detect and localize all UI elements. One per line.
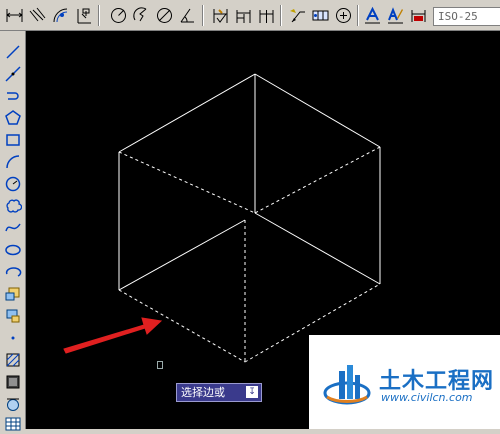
arc-icon[interactable]: [2, 151, 23, 172]
civilcn-logo-icon: [323, 365, 371, 405]
dimension-text-edit-icon[interactable]: [385, 5, 406, 26]
gradient-icon[interactable]: [2, 371, 23, 392]
toolbar-separator: [280, 5, 282, 26]
point-icon[interactable]: [2, 327, 23, 348]
red-arrow-annotation: [63, 317, 163, 354]
quick-leader-icon[interactable]: [287, 5, 308, 26]
command-tooltip-text: 选择边或: [181, 386, 225, 399]
cursor-pickbox-icon: [157, 361, 163, 369]
toolbar-separator: [202, 5, 204, 26]
arc-length-dimension-icon[interactable]: [50, 5, 71, 26]
tolerance-icon[interactable]: [310, 5, 331, 26]
quick-dimension-icon[interactable]: [210, 5, 231, 26]
circle-icon[interactable]: [2, 173, 23, 194]
cube-hidden-edge-bottom-left: [118, 289, 246, 363]
dimension-toolbar: ISO-25: [0, 0, 500, 31]
line-icon[interactable]: [2, 41, 23, 62]
aligned-dimension-icon[interactable]: [27, 5, 48, 26]
cube-edge-inner-left: [118, 219, 246, 291]
dimension-style-select[interactable]: ISO-25: [433, 7, 500, 26]
spline-icon[interactable]: [2, 217, 23, 238]
cube-edge-top-right: [254, 73, 381, 148]
ellipse-icon[interactable]: [2, 239, 23, 260]
ellipse-arc-icon[interactable]: [2, 261, 23, 282]
watermark: 土木工程网 www.civilcn.com: [309, 335, 500, 429]
jogged-dimension-icon[interactable]: [131, 5, 152, 26]
cube-edge-top-left: [118, 73, 256, 153]
linear-dimension-icon[interactable]: [4, 5, 25, 26]
polyline-icon[interactable]: [2, 85, 23, 106]
continue-dimension-icon[interactable]: [256, 5, 277, 26]
cube-hidden-edge-left-mid: [118, 151, 256, 214]
draw-toolbar: [0, 31, 26, 430]
toolbar-separator: [98, 5, 100, 26]
dimension-update-icon[interactable]: [408, 5, 429, 26]
rectangle-icon[interactable]: [2, 129, 23, 150]
revision-cloud-icon[interactable]: [2, 195, 23, 216]
insert-block-icon[interactable]: [2, 283, 23, 304]
enter-down-arrow-icon[interactable]: ↧: [246, 386, 258, 398]
dimension-edit-icon[interactable]: [362, 5, 383, 26]
cube-hidden-edge-right-mid: [254, 146, 381, 214]
angular-dimension-icon[interactable]: [177, 5, 198, 26]
watermark-url: www.civilcn.com: [381, 391, 473, 404]
radius-dimension-icon[interactable]: [108, 5, 129, 26]
baseline-dimension-icon[interactable]: [233, 5, 254, 26]
cube-edge-inner-right: [254, 212, 381, 285]
center-mark-icon[interactable]: [333, 5, 354, 26]
region-icon[interactable]: [2, 393, 23, 414]
table-icon[interactable]: [2, 413, 23, 434]
construction-line-icon[interactable]: [2, 63, 23, 84]
diameter-dimension-icon[interactable]: [154, 5, 175, 26]
ordinate-dimension-icon[interactable]: [73, 5, 94, 26]
hatch-icon[interactable]: [2, 349, 23, 370]
toolbar-separator: [357, 5, 359, 26]
make-block-icon[interactable]: [2, 305, 23, 326]
polygon-icon[interactable]: [2, 107, 23, 128]
command-tooltip: 选择边或 ↧: [176, 383, 262, 402]
